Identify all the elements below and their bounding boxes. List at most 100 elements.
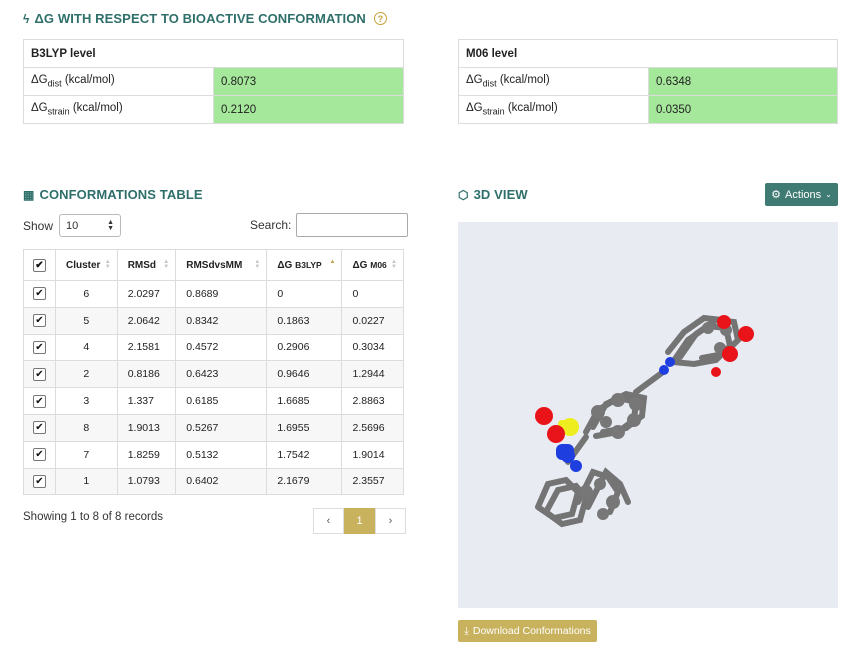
column-header-rmsdvsmm[interactable]: RMSdvsMM ▲ ▼ — [175, 249, 268, 281]
dg-m06-cell: 1.9014 — [341, 440, 404, 469]
page-button-1[interactable]: 1 — [344, 508, 375, 534]
table-header-row: ✔ Cluster ▲ ▼ RMSd ▲ ▼ RMSdvsMM ▲ ▼ ΔG B3LYP ▲ … — [23, 249, 404, 281]
table-icon: ▦ — [23, 187, 35, 202]
table-row[interactable]: ✔ 8 1.9013 0.5267 1.6955 2.5696 — [23, 413, 404, 442]
checkbox-icon[interactable]: ✔ — [33, 421, 46, 435]
table-row[interactable]: ✔ 6 2.0297 0.8689 0 0 — [23, 280, 404, 308]
sort-icon: ▲ ▼ — [391, 259, 397, 270]
conformations-table-body: ✔ 6 2.0297 0.8689 0 0 ✔ 5 2.0642 0.8342 0.1863 0.02… — [23, 280, 404, 496]
rmsdvsmm-cell: 0.6423 — [175, 360, 268, 389]
table-row[interactable]: ✔ 5 2.0642 0.8342 0.1863 0.0227 — [23, 306, 404, 335]
table-info: Showing 1 to 8 of 8 records — [23, 511, 163, 523]
rmsd-cell: 1.0793 — [116, 467, 177, 496]
column-header-cluster[interactable]: Cluster ▲ ▼ — [55, 249, 118, 281]
column-header-rmsd[interactable]: RMSd ▲ ▼ — [116, 249, 177, 281]
select-all-header[interactable]: ✔ — [23, 249, 56, 281]
column-header-dg-m06[interactable]: ΔG M06 ▲ ▼ — [341, 249, 404, 281]
checkbox-icon[interactable]: ✔ — [33, 367, 46, 381]
search-input[interactable] — [296, 213, 409, 237]
dg-m06-cell: 0.0227 — [341, 306, 404, 335]
sort-icon: ▲ ▼ — [104, 259, 111, 270]
dg-m06-cell: 2.5696 — [341, 413, 404, 442]
checkbox-icon[interactable]: ✔ — [33, 340, 46, 354]
dg-b3lyp-cell: 0 — [266, 280, 343, 308]
dg-m06-cell: 1.2944 — [341, 360, 404, 389]
checkbox-icon[interactable]: ✔ — [33, 474, 46, 488]
rmsd-cell: 1.8259 — [116, 440, 177, 469]
dg-m06-cell: 0.3034 — [341, 333, 404, 362]
cluster-cell: 3 — [55, 387, 118, 415]
conformations-table: ✔ Cluster ▲ ▼ RMSd ▲ ▼ RMSdvsMM ▲ ▼ ΔG B3LYP ▲ … — [23, 249, 404, 496]
rmsdvsmm-cell: 0.8689 — [175, 280, 268, 308]
row-checkbox-cell[interactable]: ✔ — [23, 387, 56, 415]
cluster-cell: 1 — [55, 467, 118, 496]
b3lyp-dist-label: ΔGdist (kcal/mol) — [23, 67, 214, 96]
dg-b3lyp-cell: 1.6955 — [266, 413, 343, 442]
download-icon: ⤓ — [464, 624, 469, 637]
m06-title: M06 level — [458, 39, 838, 68]
row-checkbox-cell[interactable]: ✔ — [23, 467, 56, 496]
row-checkbox-cell[interactable]: ✔ — [23, 413, 56, 442]
dg-m06-cell: 0 — [341, 280, 404, 308]
checkbox-icon[interactable]: ✔ — [33, 258, 46, 272]
row-checkbox-cell[interactable]: ✔ — [23, 360, 56, 389]
view3d-title-text: 3D VIEW — [473, 187, 528, 202]
m06-strain-value: 0.0350 — [648, 95, 838, 124]
show-label: Show — [23, 218, 54, 233]
table-row[interactable]: ✔ 1 1.0793 0.6402 2.1679 2.3557 — [23, 467, 404, 496]
cluster-cell: 6 — [55, 280, 118, 308]
search-label: Search: — [250, 218, 292, 232]
download-conformations-button[interactable]: ⤓ Download Conformations — [458, 620, 597, 642]
b3lyp-table: B3LYP level ΔGdist (kcal/mol) 0.8073 ΔGs… — [23, 39, 404, 124]
molecule-3d-viewer[interactable] — [458, 222, 838, 608]
view3d-section-title: ⬡ 3D VIEW — [458, 187, 528, 202]
question-circle-icon[interactable]: ? — [373, 12, 387, 25]
sort-icon: ▲ ▼ — [163, 259, 170, 270]
checkbox-icon[interactable]: ✔ — [33, 287, 46, 301]
row-checkbox-cell[interactable]: ✔ — [23, 306, 56, 335]
table-row[interactable]: ✔ 4 2.1581 0.4572 0.2906 0.3034 — [23, 333, 404, 362]
m06-dist-label: ΔGdist (kcal/mol) — [458, 67, 649, 96]
prev-page-button[interactable]: ‹ — [313, 508, 344, 534]
b3lyp-strain-label: ΔGstrain (kcal/mol) — [23, 95, 214, 124]
checkbox-icon[interactable]: ✔ — [33, 314, 46, 328]
page-length-value: 10 — [66, 219, 79, 232]
row-checkbox-cell[interactable]: ✔ — [23, 280, 56, 308]
dg-b3lyp-cell: 0.1863 — [266, 306, 343, 335]
chevron-down-icon: ⌄ — [825, 190, 832, 199]
rmsdvsmm-cell: 0.6402 — [175, 467, 268, 496]
page-length-select[interactable]: 10 ▲ ▼ — [59, 214, 122, 237]
actions-label: Actions — [785, 188, 822, 201]
dg-m06-cell: 2.3557 — [341, 467, 404, 496]
cluster-cell: 5 — [55, 306, 118, 335]
actions-button[interactable]: ⚙ Actions ⌄ — [765, 183, 838, 206]
table-row[interactable]: ✔ 2 0.8186 0.6423 0.9646 1.2944 — [23, 360, 404, 389]
bioactive-section-title: ϟ ΔG WITH RESPECT TO BIOACTIVE CONFORMAT… — [23, 11, 387, 26]
rmsdvsmm-cell: 0.4572 — [175, 333, 268, 362]
next-page-button[interactable]: › — [375, 508, 406, 534]
checkbox-icon[interactable]: ✔ — [33, 448, 46, 462]
rmsd-cell: 2.0297 — [116, 280, 177, 308]
rmsd-cell: 2.0642 — [116, 306, 177, 335]
b3lyp-dist-value: 0.8073 — [213, 67, 404, 96]
rmsdvsmm-cell: 0.5132 — [175, 440, 268, 469]
rmsdvsmm-cell: 0.6185 — [175, 387, 268, 415]
table-row[interactable]: ✔ 3 1.337 0.6185 1.6685 2.8863 — [23, 387, 404, 415]
column-header-dg-b3lyp[interactable]: ΔG B3LYP ▲ — [266, 249, 343, 281]
rmsd-cell: 2.1581 — [116, 333, 177, 362]
rmsdvsmm-cell: 0.5267 — [175, 413, 268, 442]
dg-b3lyp-cell: 0.2906 — [266, 333, 343, 362]
select-arrows-icon: ▲ ▼ — [107, 218, 115, 232]
rmsd-cell: 1.9013 — [116, 413, 177, 442]
row-checkbox-cell[interactable]: ✔ — [23, 333, 56, 362]
cube-icon: ⬡ — [458, 187, 469, 202]
sort-asc-icon: ▲ — [329, 259, 336, 265]
dg-b3lyp-cell: 2.1679 — [266, 467, 343, 496]
table-row[interactable]: ✔ 7 1.8259 0.5132 1.7542 1.9014 — [23, 440, 404, 469]
rmsdvsmm-cell: 0.8342 — [175, 306, 268, 335]
dg-m06-cell: 2.8863 — [341, 387, 404, 415]
checkbox-icon[interactable]: ✔ — [33, 394, 46, 408]
row-checkbox-cell[interactable]: ✔ — [23, 440, 56, 469]
m06-dist-value: 0.6348 — [648, 67, 838, 96]
b3lyp-strain-value: 0.2120 — [213, 95, 404, 124]
